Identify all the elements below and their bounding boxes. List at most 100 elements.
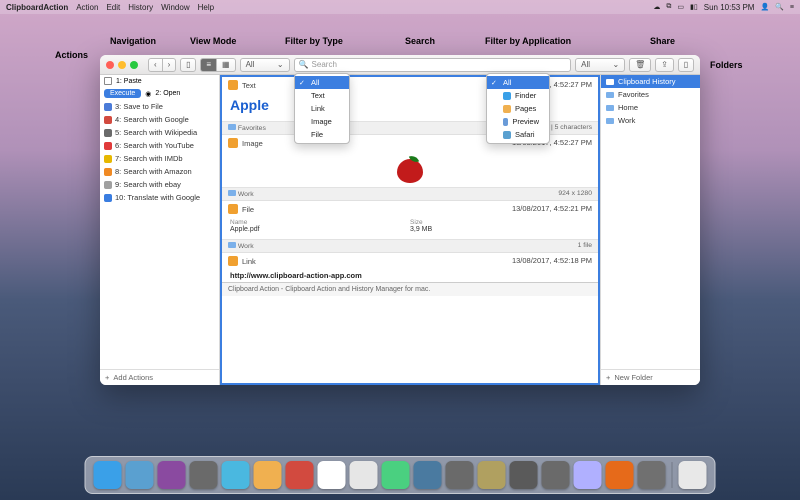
- action-row[interactable]: 3: Save to File: [100, 100, 219, 113]
- view-mode-seg[interactable]: ≡ ▦: [200, 58, 235, 72]
- sidebar-toggle[interactable]: ▯: [180, 58, 196, 72]
- dock-app[interactable]: [679, 461, 707, 489]
- minimize-icon[interactable]: [118, 61, 126, 69]
- dock-app[interactable]: [222, 461, 250, 489]
- folder-row[interactable]: Clipboard History: [601, 75, 700, 88]
- folders-toggle[interactable]: ▯: [678, 58, 694, 72]
- action-row[interactable]: 7: Search with IMDb: [100, 152, 219, 165]
- folders-pane: Clipboard HistoryFavoritesHomeWork +New …: [600, 75, 700, 385]
- filter-type-popup[interactable]: All⌄: [240, 58, 290, 72]
- menu-history[interactable]: History: [128, 3, 153, 12]
- cloud-icon[interactable]: ☁: [653, 3, 660, 11]
- dropdown-item[interactable]: ✓All: [295, 76, 349, 89]
- size-label: Size: [410, 219, 590, 226]
- execute-button[interactable]: Execute: [104, 89, 141, 98]
- action-row[interactable]: 5: Search with Wikipedia: [100, 126, 219, 139]
- dock-app[interactable]: [382, 461, 410, 489]
- menu-window[interactable]: Window: [161, 3, 189, 12]
- history-card-image[interactable]: Image13/08/2017, 4:52:27 PM Work924 x 12…: [222, 135, 598, 201]
- dropdown-item[interactable]: Finder: [487, 89, 549, 102]
- dropdown-item[interactable]: ✓All: [487, 76, 549, 89]
- menubar: ClipboardAction Action Edit History Wind…: [0, 0, 800, 14]
- folder-row[interactable]: Favorites: [601, 88, 700, 101]
- dock[interactable]: [85, 456, 716, 494]
- dock-app[interactable]: [94, 461, 122, 489]
- nav-back-forward[interactable]: ‹ ›: [148, 58, 176, 72]
- card-type: Image: [242, 139, 263, 148]
- nav-back[interactable]: ‹: [148, 58, 163, 72]
- delete-button[interactable]: 🗑: [629, 58, 651, 72]
- file-size: 3,9 MB: [410, 226, 590, 233]
- plus-icon: +: [606, 373, 610, 382]
- folder-icon: [606, 92, 614, 98]
- checkbox-icon[interactable]: [104, 77, 112, 85]
- dock-app[interactable]: [158, 461, 186, 489]
- action-row[interactable]: 8: Search with Amazon: [100, 165, 219, 178]
- view-list[interactable]: ≡: [200, 58, 217, 72]
- folder-icon: [228, 190, 236, 196]
- action-row-1[interactable]: 1: Paste: [100, 75, 219, 87]
- radio-icon[interactable]: ◉: [145, 90, 151, 98]
- user-icon[interactable]: 👤: [760, 3, 769, 11]
- folder-row[interactable]: Work: [601, 114, 700, 127]
- menu-action[interactable]: Action: [76, 3, 98, 12]
- folder-icon: [228, 124, 236, 130]
- dock-app[interactable]: [190, 461, 218, 489]
- dock-app[interactable]: [286, 461, 314, 489]
- dropdown-label: Link: [311, 104, 325, 113]
- menu-icon[interactable]: ≡: [790, 4, 794, 11]
- filter-app-dropdown[interactable]: ✓AllFinderPagesPreview Safari: [486, 73, 550, 144]
- dock-app[interactable]: [638, 461, 666, 489]
- menu-help[interactable]: Help: [198, 3, 214, 12]
- dock-app[interactable]: [478, 461, 506, 489]
- display-icon[interactable]: ▭: [677, 3, 684, 11]
- dropdown-item[interactable]: Safari: [487, 128, 549, 141]
- filter-app-popup[interactable]: All⌄: [575, 58, 625, 72]
- dock-app[interactable]: [414, 461, 442, 489]
- search-icon[interactable]: 🔍: [775, 3, 784, 11]
- callout-viewmode: View Mode: [190, 36, 236, 46]
- close-icon[interactable]: [106, 61, 114, 69]
- filter-type-dropdown[interactable]: ✓AllText Link ImageFile: [294, 73, 350, 144]
- history-card-file[interactable]: File13/08/2017, 4:52:21 PM NameApple.pdf…: [222, 201, 598, 253]
- app-icon: [503, 131, 511, 139]
- dock-app[interactable]: [542, 461, 570, 489]
- dock-app[interactable]: [254, 461, 282, 489]
- battery-icon[interactable]: ▮▯: [690, 3, 698, 11]
- history-card-link[interactable]: Link13/08/2017, 4:52:18 PM http://www.cl…: [222, 253, 598, 282]
- dropdown-item[interactable]: Pages: [487, 102, 549, 115]
- share-button[interactable]: ⇪: [655, 58, 674, 72]
- view-grid[interactable]: ▦: [217, 58, 236, 72]
- dock-app[interactable]: [446, 461, 474, 489]
- folder-row[interactable]: Home: [601, 101, 700, 114]
- actions-footer[interactable]: +Add Actions: [100, 369, 219, 385]
- dock-app[interactable]: [574, 461, 602, 489]
- action-row[interactable]: 10: Translate with Google: [100, 191, 219, 204]
- dropdown-item[interactable]: Preview: [487, 115, 549, 128]
- dock-app[interactable]: [510, 461, 538, 489]
- app-icon: [104, 194, 112, 202]
- traffic-lights[interactable]: [106, 61, 138, 69]
- dock-app[interactable]: [318, 461, 346, 489]
- action-row[interactable]: 6: Search with YouTube: [100, 139, 219, 152]
- action-row[interactable]: 4: Search with Google: [100, 113, 219, 126]
- search-input[interactable]: 🔍Search: [294, 58, 572, 72]
- dropdown-item[interactable]: Image: [295, 115, 349, 128]
- dropdown-label: Safari: [515, 130, 535, 139]
- dropdown-item[interactable]: Text: [295, 89, 349, 102]
- apple-image: [396, 155, 424, 183]
- action-open[interactable]: 2: Open: [155, 90, 180, 97]
- action-label: 9: Search with ebay: [115, 180, 181, 189]
- wifi-icon[interactable]: ⧉: [666, 3, 671, 11]
- dock-app[interactable]: [126, 461, 154, 489]
- nav-forward[interactable]: ›: [163, 58, 177, 72]
- dropdown-item[interactable]: Link: [295, 102, 349, 115]
- zoom-icon[interactable]: [130, 61, 138, 69]
- dropdown-item[interactable]: File: [295, 128, 349, 141]
- menu-edit[interactable]: Edit: [106, 3, 120, 12]
- dock-app[interactable]: [606, 461, 634, 489]
- action-row[interactable]: 9: Search with ebay: [100, 178, 219, 191]
- menubar-clock[interactable]: Sun 10:53 PM: [704, 3, 755, 12]
- folders-footer[interactable]: +New Folder: [601, 369, 700, 385]
- dock-app[interactable]: [350, 461, 378, 489]
